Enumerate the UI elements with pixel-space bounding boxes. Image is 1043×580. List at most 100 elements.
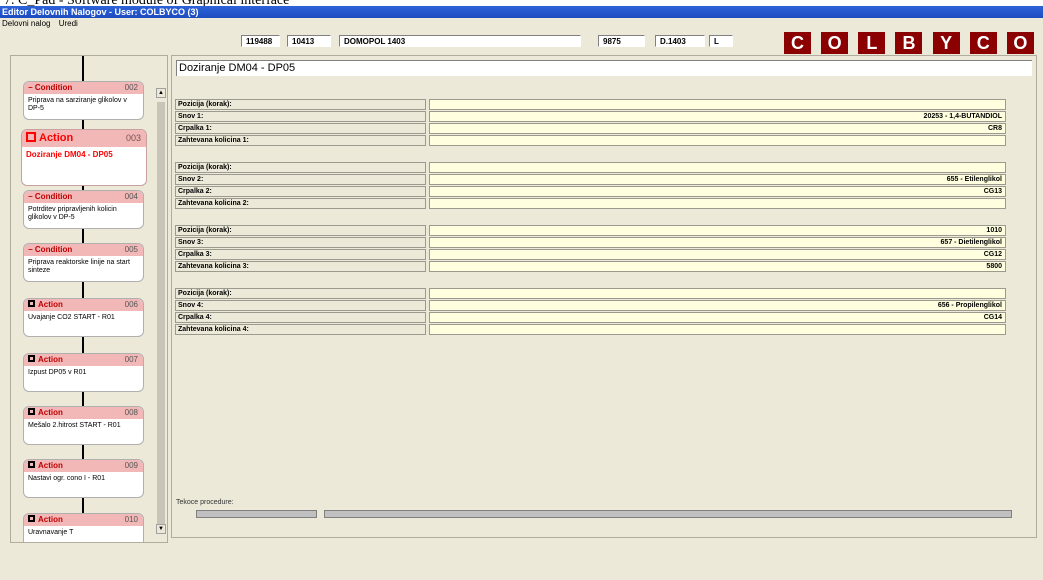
- procedure-progress-bar: [324, 510, 1012, 518]
- scroll-up-button[interactable]: ▲: [156, 88, 166, 98]
- step-card-action[interactable]: Action 009 Nastavi ogr. cono I - R01: [23, 459, 144, 498]
- step-card-condition[interactable]: − Condition 004 Potrditev pripravljenih k…: [23, 190, 144, 229]
- scroll-down-button[interactable]: ▼: [156, 524, 166, 534]
- param-row: Crpalka 4: CG14: [175, 312, 1006, 323]
- step-type: Action: [38, 408, 63, 417]
- param-row: Pozicija (korak): 1010: [175, 225, 1006, 236]
- param-value-field[interactable]: 657 - Dietilenglikol: [429, 237, 1006, 248]
- menu-item-uredi[interactable]: Uredi: [59, 19, 78, 28]
- param-label: Crpalka 4:: [175, 312, 426, 323]
- step-type: Action: [39, 132, 74, 144]
- param-label: Pozicija (korak):: [175, 225, 426, 236]
- param-value-field[interactable]: [429, 288, 1006, 299]
- step-card-condition[interactable]: − Condition 005 Priprava reaktorske linij…: [23, 243, 144, 282]
- logo-letter: C: [969, 32, 997, 54]
- param-row: Snov 4: 656 - Propilenglikol: [175, 300, 1006, 311]
- step-type: Condition: [34, 192, 73, 201]
- logo-letter: O: [821, 32, 849, 54]
- param-row: Zahtevana kolicina 4:: [175, 324, 1006, 335]
- step-type: Condition: [34, 245, 73, 254]
- minus-icon: −: [28, 83, 33, 92]
- param-row: Zahtevana kolicina 2:: [175, 198, 1006, 209]
- procedure-flow: − Condition 002 Priprava na sarziranje gl…: [11, 56, 156, 542]
- square-icon: [26, 132, 36, 143]
- param-value-field[interactable]: 1010: [429, 225, 1006, 236]
- step-card-condition[interactable]: − Condition 002 Priprava na sarziranje gl…: [23, 81, 144, 120]
- step-number: 007: [124, 355, 138, 364]
- param-row: Snov 3: 657 - Dietilenglikol: [175, 237, 1006, 248]
- step-number: 003: [125, 133, 141, 143]
- param-label: Snov 1:: [175, 111, 426, 122]
- param-label: Snov 2:: [175, 174, 426, 185]
- param-value-field[interactable]: CG12: [429, 249, 1006, 260]
- step-number: 002: [124, 83, 138, 92]
- param-row: Pozicija (korak):: [175, 99, 1006, 110]
- step-description: Mešalo 2.hitrost START - R01: [28, 422, 121, 429]
- step-card-action[interactable]: Action 010 Uravnavanje T: [23, 513, 144, 542]
- step-number: 008: [124, 408, 138, 417]
- square-icon: [28, 515, 35, 523]
- line-code-field[interactable]: L: [709, 35, 733, 47]
- square-icon: [28, 461, 35, 469]
- step-description: Uvajanje CO2 START - R01: [28, 314, 115, 321]
- param-label: Zahtevana kolicina 3:: [175, 261, 426, 272]
- param-label: Pozicija (korak):: [175, 162, 426, 173]
- step-description: Doziranje DM04 - DP05: [26, 150, 113, 159]
- step-type: Action: [38, 515, 63, 524]
- param-label: Zahtevana kolicina 2:: [175, 198, 426, 209]
- quantity-field[interactable]: 9875: [598, 35, 645, 47]
- step-card-action[interactable]: Action 008 Mešalo 2.hitrost START - R01: [23, 406, 144, 445]
- product-name-field[interactable]: DOMOPOL 1403: [339, 35, 581, 47]
- param-row: Pozicija (korak):: [175, 162, 1006, 173]
- logo-letter: O: [1006, 32, 1034, 54]
- param-value-field[interactable]: [429, 198, 1006, 209]
- param-label: Crpalka 1:: [175, 123, 426, 134]
- param-label: Pozicija (korak):: [175, 288, 426, 299]
- step-description: Izpust DP05 v R01: [28, 369, 87, 376]
- param-value-field[interactable]: [429, 324, 1006, 335]
- param-row: Snov 1: 20253 - 1,4-BUTANDIOL: [175, 111, 1006, 122]
- step-description: Nastavi ogr. cono I - R01: [28, 475, 106, 482]
- logo-letter: Y: [932, 32, 960, 54]
- batch-number-field[interactable]: 10413: [287, 35, 331, 47]
- colbyco-logo: C O L B Y C O: [784, 32, 1034, 54]
- param-value-field[interactable]: [429, 99, 1006, 110]
- step-card-action[interactable]: Action 007 Izpust DP05 v R01: [23, 353, 144, 392]
- param-value-field[interactable]: CG14: [429, 312, 1006, 323]
- scroll-thumb[interactable]: [157, 102, 165, 532]
- param-value-field[interactable]: [429, 162, 1006, 173]
- param-label: Crpalka 2:: [175, 186, 426, 197]
- step-title: Doziranje DM04 - DP05: [176, 60, 1032, 76]
- param-label: Crpalka 3:: [175, 249, 426, 260]
- param-value-field[interactable]: 5800: [429, 261, 1006, 272]
- step-detail-panel: Doziranje DM04 - DP05 Pozicija (korak): …: [171, 55, 1037, 538]
- param-row: Crpalka 2: CG13: [175, 186, 1006, 197]
- logo-letter: L: [858, 32, 886, 54]
- window-title: Editor Delovnih Nalogov - User: COLBYCO …: [0, 6, 1043, 18]
- step-progress-bar: [196, 510, 317, 518]
- steps-scrollbar[interactable]: ▲ ▼: [156, 80, 166, 542]
- step-type: Condition: [34, 83, 73, 92]
- step-number: 004: [124, 192, 138, 201]
- recipe-code-field[interactable]: D.1403: [655, 35, 705, 47]
- minus-icon: −: [28, 245, 33, 254]
- param-value-field[interactable]: CR8: [429, 123, 1006, 134]
- step-card-action[interactable]: Action 006 Uvajanje CO2 START - R01: [23, 298, 144, 337]
- param-value-field[interactable]: 20253 - 1,4-BUTANDIOL: [429, 111, 1006, 122]
- order-number-field[interactable]: 119488: [241, 35, 280, 47]
- progress-label: Tekoce procedure:: [176, 499, 234, 506]
- param-value-field[interactable]: 655 - Etilenglikol: [429, 174, 1006, 185]
- step-card-action-selected[interactable]: Action 003 Doziranje DM04 - DP05: [21, 129, 147, 186]
- step-description: Uravnavanje T: [28, 529, 74, 536]
- param-value-field[interactable]: [429, 135, 1006, 146]
- step-type: Action: [38, 300, 63, 309]
- menu-item-delovni-nalog[interactable]: Delovni nalog: [2, 19, 50, 28]
- param-value-field[interactable]: CG13: [429, 186, 1006, 197]
- minus-icon: −: [28, 192, 33, 201]
- param-row: Snov 2: 655 - Etilenglikol: [175, 174, 1006, 185]
- procedure-steps-panel: − Condition 002 Priprava na sarziranje gl…: [10, 55, 168, 543]
- param-value-field[interactable]: 656 - Propilenglikol: [429, 300, 1006, 311]
- logo-letter: C: [784, 32, 811, 54]
- menu-bar: Delovni nalog Uredi: [0, 18, 1043, 29]
- param-label: Zahtevana kolicina 4:: [175, 324, 426, 335]
